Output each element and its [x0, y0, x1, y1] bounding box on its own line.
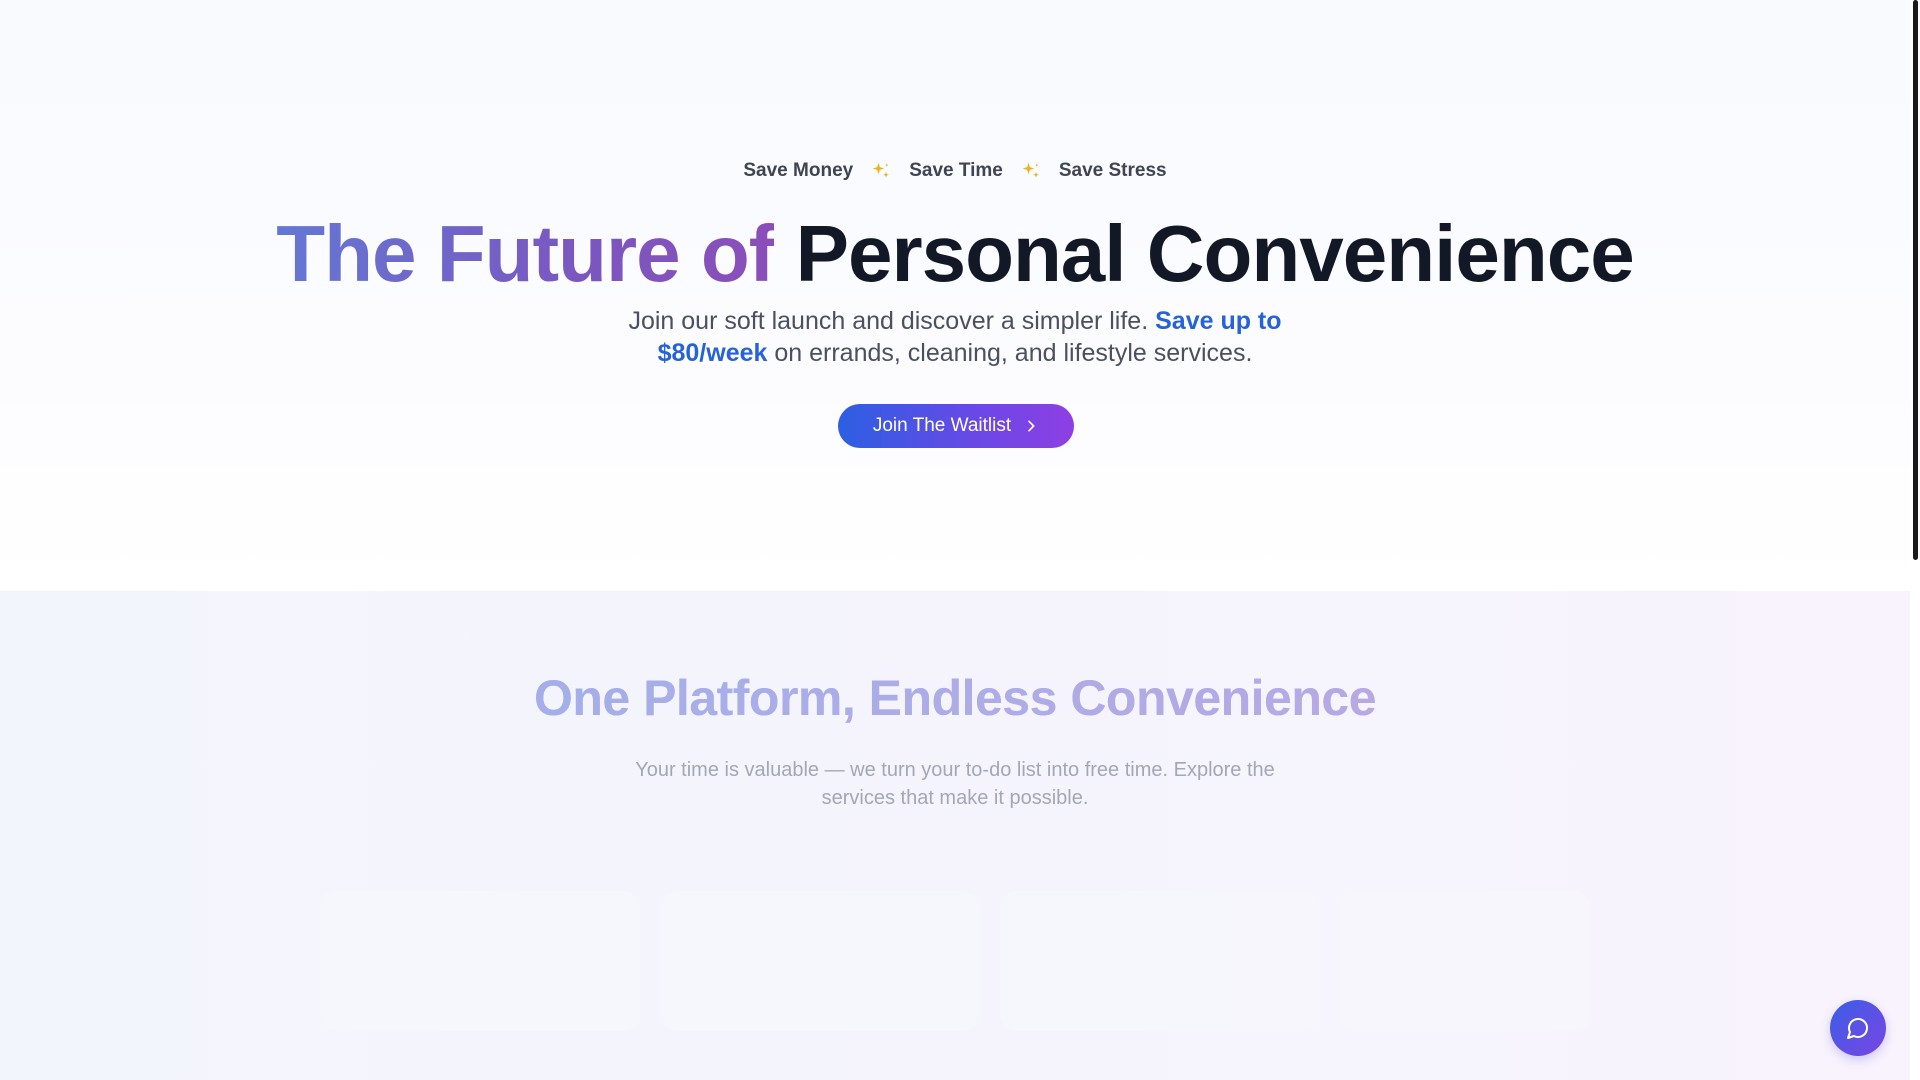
join-waitlist-label: Join The Waitlist	[872, 415, 1012, 436]
hero-title-dark: Personal Convenience	[795, 209, 1635, 298]
sparkle-icon	[872, 162, 890, 178]
page: Save Money Save Time Save Stress The Fut…	[0, 0, 1920, 1080]
service-card-placeholder	[1340, 891, 1590, 1031]
services-title-text: One Platform, Endless Convenience	[533, 670, 1377, 726]
tagline-save-time: Save Time	[909, 160, 1003, 181]
scrollbar-thumb[interactable]	[1913, 0, 1918, 560]
services-section: One Platform, Endless Convenience Your t…	[0, 591, 1910, 1080]
tagline-save-money: Save Money	[743, 160, 854, 181]
services-title: One Platform, Endless Convenience	[0, 669, 1910, 727]
services-subtitle: Your time is valuable — we turn your to-…	[635, 759, 1275, 809]
hero-subtitle-rest: on errands, cleaning, and lifestyle serv…	[774, 339, 1253, 367]
chat-bubble-icon	[1847, 1018, 1868, 1039]
service-card-placeholder	[1000, 891, 1320, 1031]
hero-subtitle: Join our soft launch and discover a simp…	[600, 305, 1310, 369]
chat-button[interactable]	[1830, 1000, 1886, 1056]
hero-title-gradient: The Future of	[276, 209, 775, 298]
chevron-right-icon	[1028, 420, 1035, 432]
service-card-placeholder	[660, 891, 980, 1031]
hero-section: Save Money Save Time Save Stress The Fut…	[0, 0, 1910, 591]
tagline-save-stress: Save Stress	[1058, 160, 1167, 181]
hero-title: The Future of Personal Convenience	[0, 206, 1910, 302]
page-scrollbar[interactable]	[1910, 0, 1920, 1080]
tagline-row: Save Money Save Time Save Stress	[0, 160, 1910, 182]
sparkle-icon	[1022, 162, 1039, 178]
service-card-placeholder	[320, 891, 640, 1031]
join-waitlist-button[interactable]: Join The Waitlist	[838, 404, 1074, 448]
hero-subtitle-intro: Join our soft launch and discover a simp…	[628, 307, 1149, 335]
